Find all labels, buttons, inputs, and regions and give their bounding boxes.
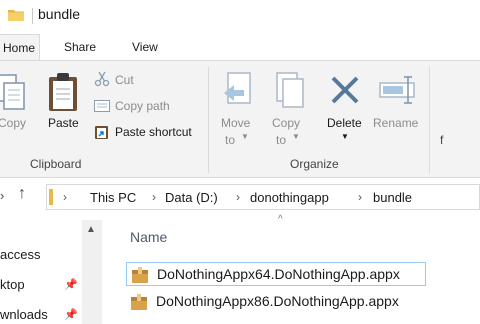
nav-scrollbar[interactable]: ▲ [82, 220, 102, 324]
breadcrumb-this-pc[interactable]: This PC [90, 190, 136, 205]
paste-icon [49, 73, 77, 111]
copy-path-icon [94, 100, 110, 112]
move-to-arrow-label: to [225, 133, 236, 147]
address-bar[interactable]: › This PC › Data (D:) › donothingapp › b… [46, 184, 480, 210]
chevron-down-icon: ▼ [241, 132, 249, 141]
column-header-name[interactable]: Name [130, 229, 167, 245]
ribbon: Copy Paste Cut Copy path Paste shortcut … [0, 60, 480, 178]
ribbon-tabs: Home Share View [0, 34, 480, 60]
clipboard-group-label: Clipboard [30, 157, 82, 171]
breadcrumb-chevron-icon[interactable]: › [358, 190, 362, 204]
breadcrumb-bundle[interactable]: bundle [373, 190, 412, 205]
title-bar: bundle [0, 0, 480, 32]
pin-icon[interactable]: 📌 [64, 308, 78, 321]
organize-group-label: Organize [290, 157, 339, 171]
tab-view[interactable]: View [132, 34, 158, 60]
tab-share[interactable]: Share [64, 34, 96, 60]
paste-button[interactable]: Paste [48, 116, 79, 130]
breadcrumb-chevron-icon[interactable]: › [236, 190, 240, 204]
breadcrumb-chevron-icon[interactable]: › [152, 190, 156, 204]
ribbon-separator [429, 67, 430, 173]
nav-item-desktop[interactable]: ktop [0, 277, 25, 292]
copy-path-button[interactable]: Copy path [115, 99, 170, 113]
folder-icon [49, 189, 53, 205]
scroll-up-icon[interactable]: ▲ [86, 224, 96, 235]
delete-button[interactable]: Delete [327, 116, 362, 130]
folder-icon [8, 10, 24, 21]
next-group-label: f [440, 133, 444, 147]
copy-to-button[interactable]: Copy [272, 116, 300, 130]
file-name: DoNothingAppx64.DoNothingApp.appx [157, 266, 400, 282]
scissors-icon [94, 71, 110, 87]
nav-item-downloads[interactable]: wnloads [0, 307, 48, 322]
nav-item-quick-access[interactable]: access [0, 247, 40, 262]
title-separator [32, 8, 33, 24]
recent-locations-chevron-icon[interactable]: › [0, 188, 4, 203]
copy-to-icon [276, 72, 304, 108]
ribbon-separator [208, 67, 209, 173]
list-item[interactable]: DoNothingAppx86.DoNothingApp.appx [126, 290, 426, 314]
move-to-icon [224, 72, 251, 104]
breadcrumb-donothingapp[interactable]: donothingapp [250, 190, 329, 205]
package-icon [131, 294, 147, 310]
sort-ascending-icon: ^ [278, 214, 283, 225]
delete-x-icon [331, 76, 359, 104]
paste-shortcut-button[interactable]: Paste shortcut [115, 125, 192, 139]
window-title: bundle [38, 6, 81, 22]
file-name: DoNothingAppx86.DoNothingApp.appx [156, 293, 399, 309]
package-icon [132, 267, 148, 283]
up-arrow-icon[interactable]: ↑ [18, 185, 26, 203]
breadcrumb-chevron-icon[interactable]: › [63, 190, 67, 204]
rename-button[interactable]: Rename [373, 116, 418, 130]
list-item[interactable]: DoNothingAppx64.DoNothingApp.appx [126, 262, 426, 286]
copy-button[interactable]: Copy [0, 116, 26, 130]
paste-shortcut-icon [95, 126, 108, 139]
copy-to-arrow-label: to [276, 133, 287, 147]
pin-icon[interactable]: 📌 [64, 278, 78, 291]
cut-button[interactable]: Cut [115, 73, 134, 87]
rename-icon [379, 76, 415, 104]
chevron-down-icon: ▼ [292, 132, 300, 141]
copy-icon [0, 74, 25, 110]
tab-home[interactable]: Home [0, 34, 40, 60]
move-to-button[interactable]: Move [221, 116, 250, 130]
breadcrumb-data-drive[interactable]: Data (D:) [165, 190, 218, 205]
chevron-down-icon[interactable]: ▼ [341, 132, 349, 141]
